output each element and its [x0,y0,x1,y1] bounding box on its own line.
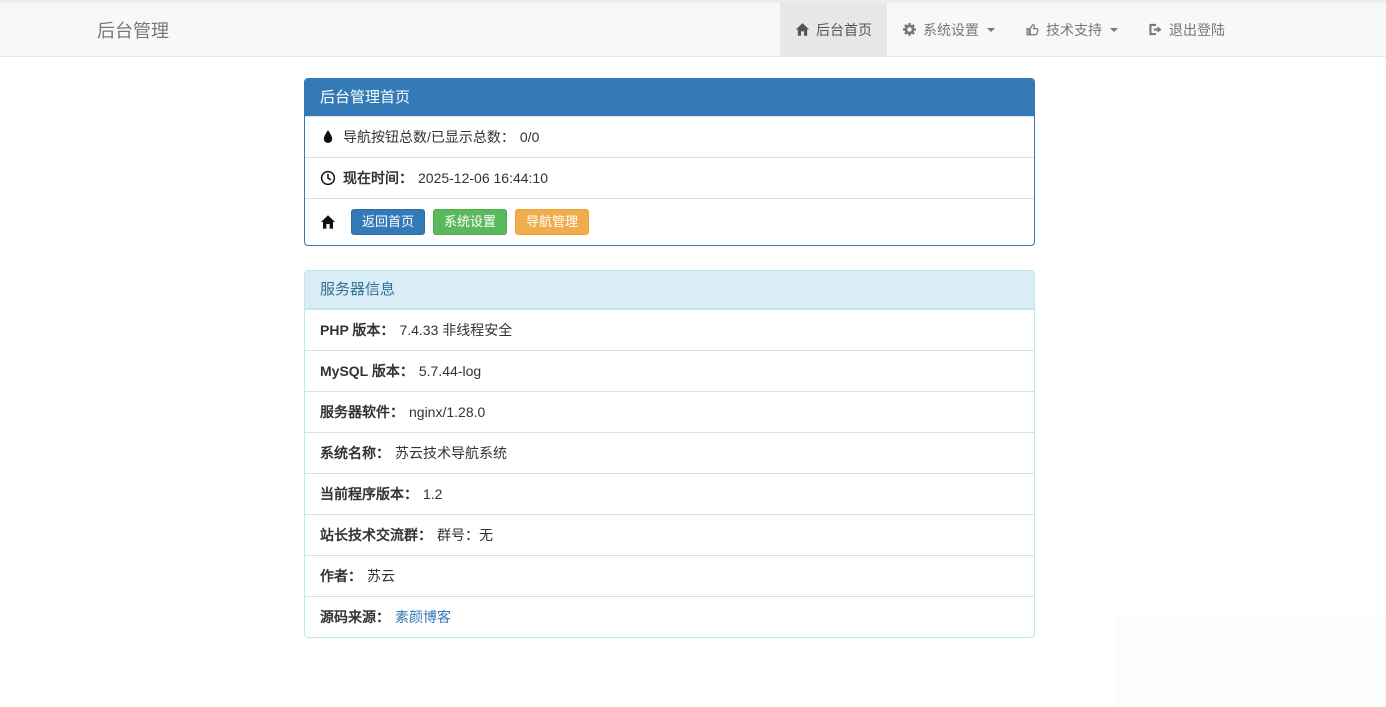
row-value: 苏云 [367,568,395,584]
server-info-row-author: 作者： 苏云 [305,555,1034,596]
nav-item-label: 退出登陆 [1169,21,1225,38]
row-label: 站长技术交流群： [320,527,432,543]
row-value: nginx/1.28.0 [409,404,486,420]
nav-item-label: 后台首页 [816,21,872,38]
clock-icon [320,170,336,186]
row-value: 苏云技术导航系统 [395,445,507,461]
row-value: 1.2 [423,486,443,502]
admin-panel-title: 后台管理首页 [305,79,1034,116]
current-time-row: 现在时间： 2025-12-06 16:44:10 [305,157,1034,198]
top-navbar: 后台管理 后台首页 系统设置 技术支持 退出登陆 [0,0,1386,57]
current-time-value: 2025-12-06 16:44:10 [418,170,548,186]
gear-icon [902,22,917,37]
shortcuts-row: 返回首页 系统设置 导航管理 [305,198,1034,245]
nav-item-logout[interactable]: 退出登陆 [1133,3,1240,56]
server-info-row-sysname: 系统名称： 苏云技术导航系统 [305,432,1034,473]
row-label: PHP 版本： [320,322,395,338]
nav-count-label: 导航按钮总数/已显示总数： [343,129,515,145]
home-icon [320,214,336,230]
system-settings-button[interactable]: 系统设置 [433,209,508,235]
row-label: MySQL 版本： [320,363,414,379]
home-icon [795,22,810,37]
thumbs-up-icon [1025,22,1040,37]
server-info-row-mysql: MySQL 版本： 5.7.44-log [305,350,1034,391]
row-label: 当前程序版本： [320,486,418,502]
row-label: 服务器软件： [320,404,404,420]
nav-item-label: 技术支持 [1046,21,1102,38]
nav-item-support[interactable]: 技术支持 [1010,3,1133,56]
nav-item-label: 系统设置 [923,21,979,38]
current-time-label: 现在时间： [343,170,413,186]
row-label: 作者： [320,568,362,584]
server-info-row-version: 当前程序版本： 1.2 [305,473,1034,514]
source-blog-link[interactable]: 素颜博客 [395,607,451,627]
nav-item-system-settings[interactable]: 系统设置 [887,3,1010,56]
go-home-button[interactable]: 返回首页 [351,209,426,235]
server-info-row-source: 源码来源： 素颜博客 [305,596,1034,637]
row-label: 系统名称： [320,445,390,461]
chevron-down-icon [1110,27,1118,32]
nav-item-dashboard[interactable]: 后台首页 [780,3,887,56]
server-info-row-qq-group: 站长技术交流群： 群号：无 [305,514,1034,555]
main-nav: 后台首页 系统设置 技术支持 退出登陆 [780,3,1240,56]
nav-count-row: 导航按钮总数/已显示总数： 0/0 [305,116,1034,157]
main-content: 后台管理首页 导航按钮总数/已显示总数： 0/0 现在时间： 2025-12-0… [304,78,1035,638]
chevron-down-icon [987,27,995,32]
server-info-row-software: 服务器软件： nginx/1.28.0 [305,391,1034,432]
server-info-row-php: PHP 版本： 7.4.33 非线程安全 [305,309,1034,350]
nav-manage-button[interactable]: 导航管理 [515,209,590,235]
row-label: 源码来源： [320,609,390,625]
row-value: 7.4.33 非线程安全 [399,322,513,338]
admin-home-panel: 后台管理首页 导航按钮总数/已显示总数： 0/0 现在时间： 2025-12-0… [304,78,1035,246]
brand-title[interactable]: 后台管理 [97,3,169,56]
server-panel-title: 服务器信息 [305,271,1034,309]
navbar-inner: 后台管理 后台首页 系统设置 技术支持 退出登陆 [0,3,1386,56]
nav-count-value: 0/0 [519,129,540,145]
logout-icon [1148,22,1163,37]
server-info-panel: 服务器信息 PHP 版本： 7.4.33 非线程安全 MySQL 版本： 5.7… [304,270,1035,638]
tint-icon [320,129,336,145]
corner-artifact [1117,616,1386,707]
row-value: 群号：无 [437,527,493,543]
row-value: 5.7.44-log [418,363,482,379]
